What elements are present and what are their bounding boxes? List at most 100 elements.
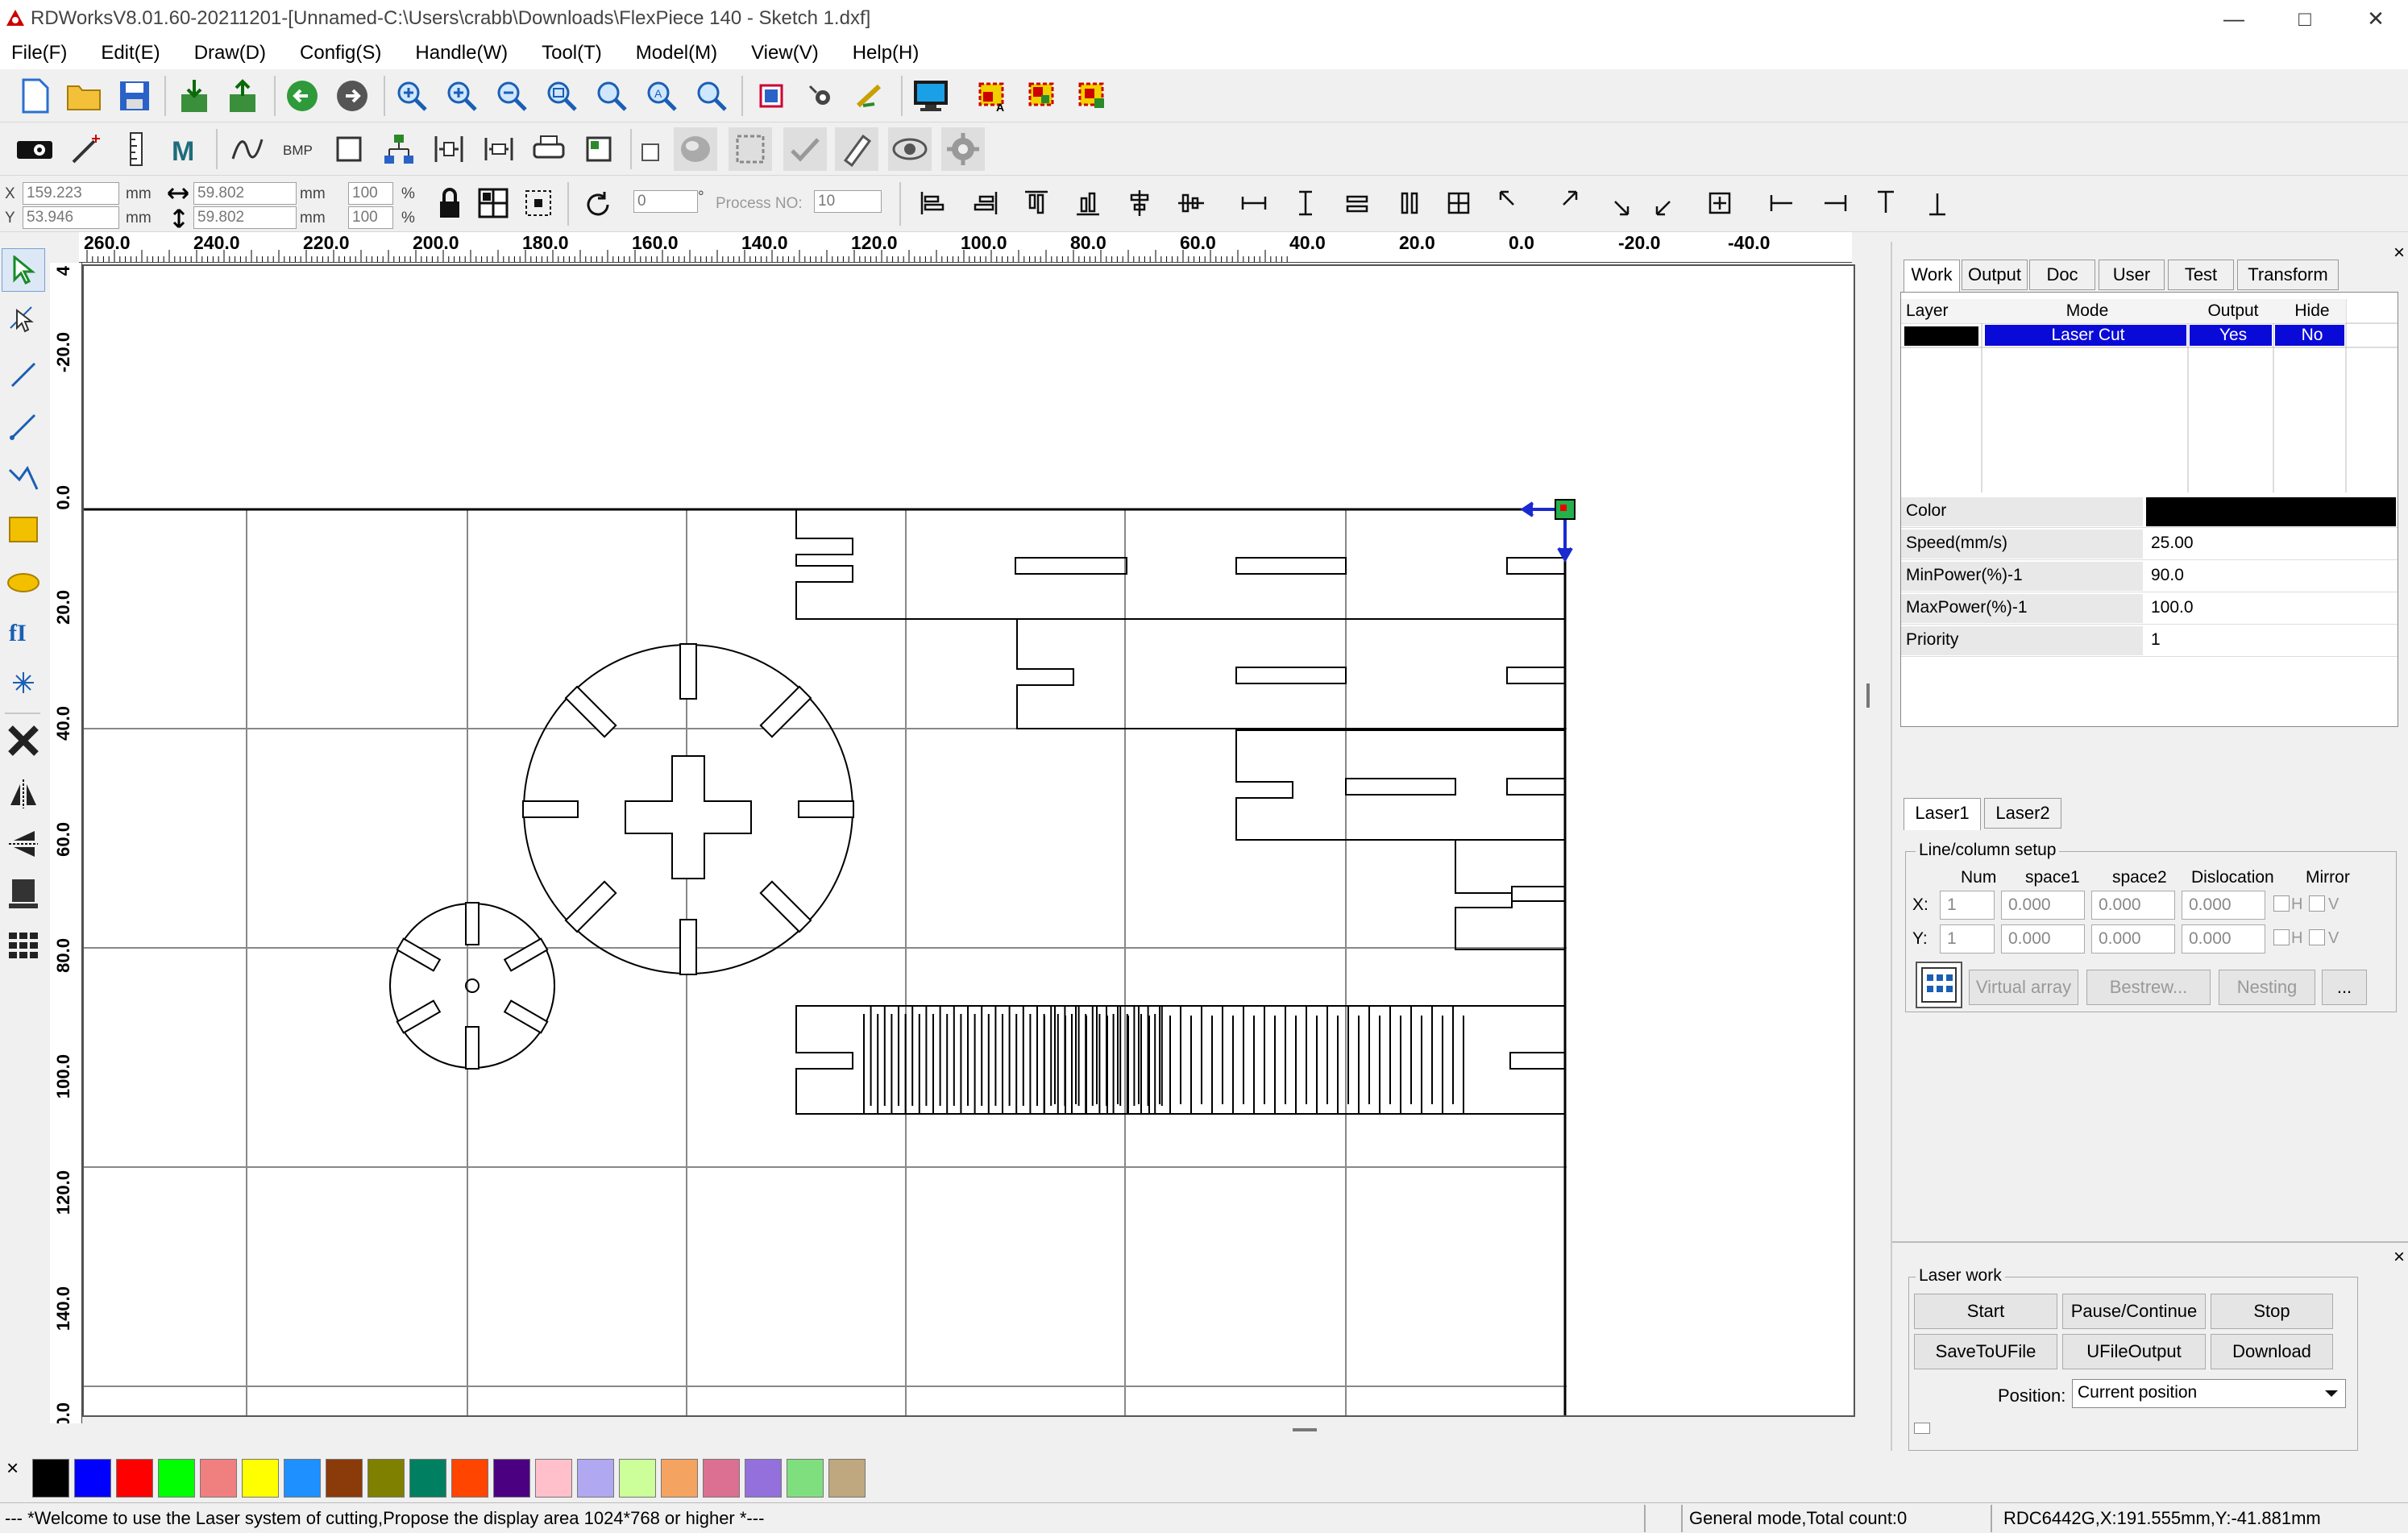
menu-handle[interactable]: Handle(W) xyxy=(415,42,508,64)
palette-swatch[interactable] xyxy=(409,1459,446,1498)
palette-swatch[interactable] xyxy=(619,1459,656,1498)
save-file-icon[interactable] xyxy=(113,74,156,118)
grid-array-icon[interactable] xyxy=(2,924,45,967)
height-field[interactable]: 59.802 xyxy=(193,206,297,229)
y-space2-field[interactable]: 0.000 xyxy=(2091,924,2175,953)
align-left-icon[interactable] xyxy=(914,184,953,222)
rect-tool-icon[interactable] xyxy=(2,508,45,551)
property-value[interactable]: 1 xyxy=(2146,626,2396,655)
menu-help[interactable]: Help(H) xyxy=(853,42,920,64)
bitmap-icon[interactable]: BMP xyxy=(277,127,321,171)
palette-swatch[interactable] xyxy=(242,1459,279,1498)
tab-doc[interactable]: Doc xyxy=(2029,260,2095,290)
palette-swatch[interactable] xyxy=(74,1459,111,1498)
align-left-edge-icon[interactable] xyxy=(1763,184,1802,222)
tree-icon[interactable] xyxy=(377,127,421,171)
bestrew-button[interactable]: Bestrew... xyxy=(2086,970,2211,1005)
zoom-window-icon[interactable] xyxy=(590,74,633,118)
position-select[interactable]: Current position xyxy=(2072,1379,2346,1408)
menu-tool[interactable]: Tool(T) xyxy=(542,42,602,64)
y-mirror-v-checkbox[interactable] xyxy=(2309,929,2325,945)
ellipse-tool-icon[interactable] xyxy=(2,561,45,604)
zoom-data-icon[interactable]: A xyxy=(640,74,683,118)
layer-output[interactable]: Yes xyxy=(2190,325,2272,346)
menu-edit[interactable]: Edit(E) xyxy=(101,42,160,64)
y-position-field[interactable]: 53.946 xyxy=(23,206,119,229)
line-tool-icon[interactable] xyxy=(2,353,45,397)
zoom-select-icon[interactable] xyxy=(690,74,733,118)
layer-hide[interactable]: No xyxy=(2275,325,2344,346)
checkbox-icon[interactable] xyxy=(638,131,662,174)
process-field[interactable]: 10 xyxy=(814,190,882,213)
align-c-icon[interactable] xyxy=(1070,74,1114,118)
more-button[interactable]: ... xyxy=(2322,970,2367,1005)
rotate-icon[interactable] xyxy=(580,187,616,222)
palette-swatch[interactable] xyxy=(661,1459,698,1498)
align-vcenter-icon[interactable] xyxy=(1172,184,1210,222)
eraser-icon[interactable] xyxy=(835,127,878,171)
property-value[interactable]: 90.0 xyxy=(2146,562,2396,591)
path-checkbox[interactable] xyxy=(1914,1423,1930,1434)
drawing-canvas[interactable] xyxy=(82,264,1855,1417)
x-dislocation-field[interactable]: 0.000 xyxy=(2182,891,2265,920)
width-field[interactable]: 59.802 xyxy=(193,182,297,205)
settings-icon[interactable] xyxy=(941,127,985,171)
menu-file[interactable]: File(F) xyxy=(11,42,67,64)
curve-tool-icon[interactable] xyxy=(2,456,45,500)
x-space1-field[interactable]: 0.000 xyxy=(2001,891,2085,920)
palette-swatch[interactable] xyxy=(451,1459,488,1498)
start-button[interactable]: Start xyxy=(1914,1294,2057,1329)
horizontal-scroll-handle[interactable] xyxy=(1293,1428,1317,1431)
dist-h-icon[interactable] xyxy=(427,127,471,171)
mirror-v-icon[interactable] xyxy=(2,822,45,866)
palette-swatch[interactable] xyxy=(787,1459,824,1498)
open-file-icon[interactable] xyxy=(63,74,106,118)
zoom-out-icon[interactable] xyxy=(490,74,533,118)
x-mirror-h-checkbox[interactable] xyxy=(2273,895,2290,912)
eye-icon[interactable] xyxy=(888,127,932,171)
align-bottom-edge-icon[interactable] xyxy=(1918,184,1957,222)
align-a-icon[interactable]: A xyxy=(970,74,1014,118)
point-tool-icon[interactable] xyxy=(2,661,45,704)
align-top-edge-icon[interactable] xyxy=(1866,184,1905,222)
download-button[interactable]: Download xyxy=(2211,1334,2333,1369)
redo-icon[interactable] xyxy=(330,74,374,118)
palette-swatch[interactable] xyxy=(326,1459,363,1498)
tab-transform[interactable]: Transform xyxy=(2237,260,2339,290)
layer-color-swatch[interactable] xyxy=(1904,326,1978,346)
align-hcenter-icon[interactable] xyxy=(1120,184,1159,222)
y-dislocation-field[interactable]: 0.000 xyxy=(2182,924,2265,953)
check-icon[interactable] xyxy=(783,127,827,171)
laser-head-icon[interactable] xyxy=(849,74,893,118)
x-position-field[interactable]: 159.223 xyxy=(23,182,119,205)
zoom-in-2-icon[interactable] xyxy=(440,74,484,118)
delete-tool-icon[interactable] xyxy=(2,719,45,762)
virtual-array-button[interactable]: Virtual array xyxy=(1969,970,2078,1005)
maximize-button[interactable]: □ xyxy=(2265,0,2345,37)
palette-swatch[interactable] xyxy=(535,1459,572,1498)
palette-swatch[interactable] xyxy=(367,1459,405,1498)
tab-work[interactable]: Work xyxy=(1904,260,1960,292)
same-width-icon[interactable] xyxy=(1338,184,1376,222)
tab-test[interactable]: Test xyxy=(2168,260,2234,290)
grid-snap-icon[interactable] xyxy=(474,184,513,222)
array-tool-icon[interactable] xyxy=(2,872,45,916)
x-space2-field[interactable]: 0.000 xyxy=(2091,891,2175,920)
property-value[interactable]: 100.0 xyxy=(2146,594,2396,623)
align-bottom-icon[interactable] xyxy=(1069,184,1107,222)
move-bottomright-icon[interactable] xyxy=(1597,184,1636,222)
select-arrow-icon[interactable] xyxy=(2,248,45,292)
nesting-button[interactable]: Nesting xyxy=(2219,970,2315,1005)
y-mirror-h-checkbox[interactable] xyxy=(2273,929,2290,945)
palette-swatch[interactable] xyxy=(32,1459,69,1498)
mirror-h-icon[interactable] xyxy=(2,772,45,816)
palette-swatch[interactable] xyxy=(493,1459,530,1498)
magic-wand-icon[interactable] xyxy=(64,127,108,171)
palette-swatch[interactable] xyxy=(158,1459,195,1498)
save-to-ufile-button[interactable]: SaveToUFile xyxy=(1914,1334,2057,1369)
y-num-field[interactable]: 1 xyxy=(1940,924,1995,953)
device-icon[interactable] xyxy=(13,127,56,171)
x-num-field[interactable]: 1 xyxy=(1940,891,1995,920)
palette-close-icon[interactable]: × xyxy=(6,1456,19,1481)
menu-view[interactable]: View(V) xyxy=(751,42,819,64)
